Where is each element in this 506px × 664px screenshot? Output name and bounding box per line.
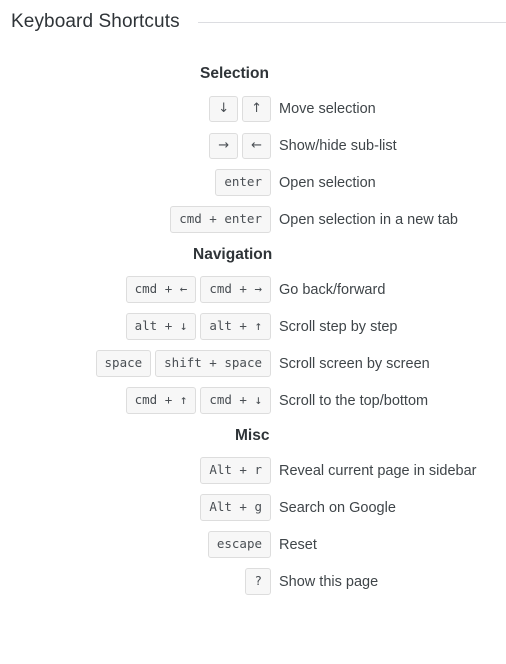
shortcut-description: Show/hide sub-list [279, 137, 397, 154]
shortcut-keys: cmd + enter [0, 205, 271, 234]
shortcuts-list: Selection ↓ ↑ Move selection → ← Show/hi… [0, 44, 506, 600]
page-title: Keyboard Shortcuts [11, 11, 180, 32]
section-rows-selection: ↓ ↑ Move selection → ← Show/hide sub-lis… [0, 90, 506, 238]
page-header: Keyboard Shortcuts [0, 0, 506, 44]
shortcut-keys: cmd + ↑ cmd + ↓ [0, 386, 271, 415]
shortcut-keys: → ← [0, 132, 271, 159]
shortcut-keys: space shift + space [0, 349, 271, 378]
keycap-escape[interactable]: escape [207, 530, 271, 559]
keycap-alt-g[interactable]: Alt + g [200, 493, 271, 522]
keycap-alt-up[interactable]: alt + ↑ [200, 312, 271, 341]
keycap-cmd-up[interactable]: cmd + ↑ [125, 386, 197, 415]
shortcut-keys: ↓ ↑ [0, 95, 271, 122]
keycap-arrow-down-icon[interactable]: ↓ [209, 95, 239, 122]
section-navigation: Navigation cmd + ← cmd + → Go back/forwa… [0, 238, 506, 419]
shortcut-row: cmd + enter Open selection in a new tab [0, 201, 506, 238]
shortcut-description: Open selection [279, 174, 376, 191]
keycap-alt-down[interactable]: alt + ↓ [125, 312, 197, 341]
section-misc: Misc Alt + r Reveal current page in side… [0, 419, 506, 600]
keycap-arrow-left-icon[interactable]: ← [242, 132, 271, 159]
shortcut-row: cmd + ← cmd + → Go back/forward [0, 271, 506, 308]
shortcut-description: Show this page [279, 573, 379, 590]
keycap-space[interactable]: space [95, 349, 152, 378]
keyboard-shortcuts-page: Keyboard Shortcuts Selection ↓ ↑ Move se… [0, 0, 506, 600]
section-rows-misc: Alt + r Reveal current page in sidebar A… [0, 452, 506, 600]
keycap-cmd-left[interactable]: cmd + ← [125, 275, 197, 304]
shortcut-description: Scroll to the top/bottom [279, 392, 429, 409]
keycap-arrow-up-icon[interactable]: ↑ [242, 95, 271, 122]
shortcut-description: Go back/forward [279, 281, 386, 298]
shortcut-description: Reveal current page in sidebar [279, 462, 477, 479]
shortcut-keys: alt + ↓ alt + ↑ [0, 312, 271, 341]
shortcut-description: Search on Google [279, 499, 396, 516]
keycap-shift-space[interactable]: shift + space [155, 349, 271, 378]
keycap-cmd-down[interactable]: cmd + ↓ [200, 386, 271, 415]
shortcut-keys: cmd + ← cmd + → [0, 275, 271, 304]
shortcut-keys: ? [0, 567, 271, 596]
shortcut-description: Scroll step by step [279, 318, 398, 335]
shortcut-row: space shift + space Scroll screen by scr… [0, 345, 506, 382]
keycap-cmd-enter[interactable]: cmd + enter [170, 205, 271, 234]
shortcut-description: Reset [279, 536, 317, 553]
shortcut-keys: Alt + g [0, 493, 271, 522]
title-divider [197, 21, 506, 23]
shortcut-row: enter Open selection [0, 164, 506, 201]
keycap-cmd-right[interactable]: cmd + → [200, 275, 271, 304]
shortcut-keys: escape [0, 530, 271, 559]
section-heading-misc: Misc [235, 427, 270, 444]
shortcut-row: ↓ ↑ Move selection [0, 90, 506, 127]
shortcut-row: ? Show this page [0, 563, 506, 600]
shortcut-keys: Alt + r [0, 456, 271, 485]
section-rows-navigation: cmd + ← cmd + → Go back/forward alt + ↓ … [0, 271, 506, 419]
section-heading-navigation: Navigation [193, 246, 273, 263]
keycap-question-mark[interactable]: ? [245, 567, 271, 596]
shortcut-description: Move selection [279, 100, 376, 117]
shortcut-description: Scroll screen by screen [279, 355, 430, 372]
shortcut-row: Alt + r Reveal current page in sidebar [0, 452, 506, 489]
keycap-alt-r[interactable]: Alt + r [200, 456, 271, 485]
section-heading-selection: Selection [200, 65, 269, 82]
shortcut-row: Alt + g Search on Google [0, 489, 506, 526]
shortcut-description: Open selection in a new tab [279, 211, 458, 228]
keycap-enter[interactable]: enter [215, 168, 271, 197]
shortcut-row: escape Reset [0, 526, 506, 563]
keycap-arrow-right-icon[interactable]: → [209, 132, 239, 159]
shortcut-row: → ← Show/hide sub-list [0, 127, 506, 164]
section-selection: Selection ↓ ↑ Move selection → ← Show/hi… [0, 57, 506, 238]
shortcut-row: alt + ↓ alt + ↑ Scroll step by step [0, 308, 506, 345]
shortcut-row: cmd + ↑ cmd + ↓ Scroll to the top/bottom [0, 382, 506, 419]
shortcut-keys: enter [0, 168, 271, 197]
